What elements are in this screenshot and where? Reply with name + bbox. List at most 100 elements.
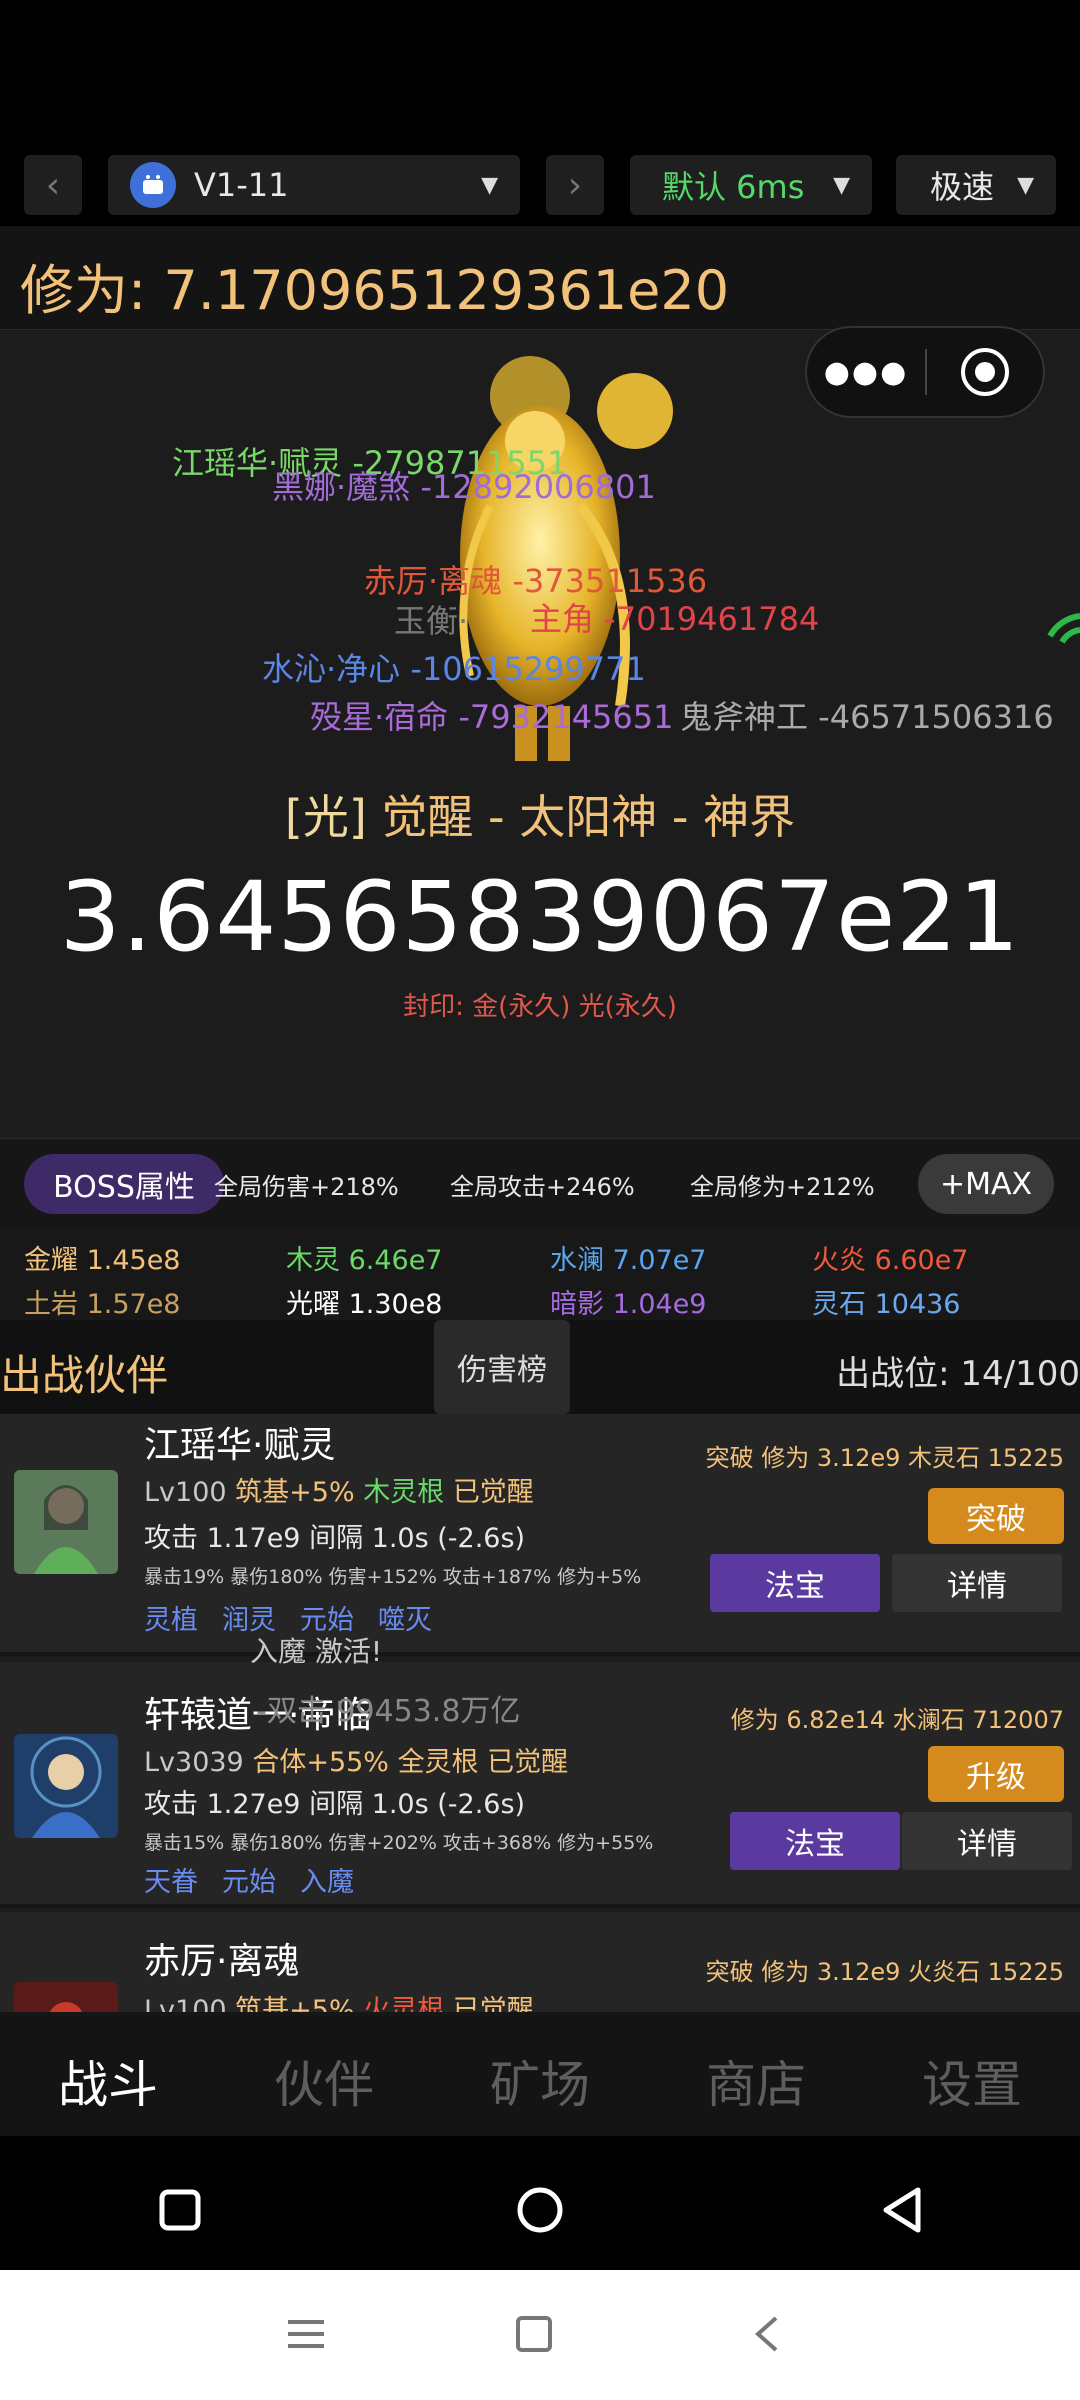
detail-button[interactable]: 详情 — [892, 1554, 1062, 1612]
partner-root: 木灵根 — [363, 1477, 445, 1508]
next-server-button[interactable]: › — [546, 155, 604, 215]
damage-rank-button[interactable]: 伤害榜 — [434, 1320, 570, 1414]
partner-cost: 突破 修为 3.12e9 木灵石 15225 — [705, 1444, 1064, 1472]
partner-cost: 修为 6.82e14 水澜石 712007 — [730, 1706, 1064, 1734]
partner-awakened: 已觉醒 — [487, 1747, 569, 1778]
damage-float: 鬼斧神工 -46571506316 — [680, 698, 1054, 736]
chevron-left-icon[interactable] — [748, 2314, 788, 2358]
latency-label: 默认 6ms — [662, 168, 805, 206]
damage-float: 黑娜·魔煞 -12892006801 — [272, 468, 656, 506]
square-icon[interactable] — [514, 2314, 554, 2358]
partner-level: Lv100 — [144, 1995, 227, 2016]
boss-seal: 封印: 金(永久) 光(永久) — [403, 992, 677, 1022]
partner-realm: 筑基+5% — [235, 1477, 355, 1508]
partner-name: 江瑶华·赋灵 — [144, 1425, 336, 1466]
partner-awakened: 已觉醒 — [452, 1477, 534, 1508]
boss-title: [光] 觉醒 - 太阳神 - 神界 — [0, 781, 1080, 847]
skill-tag: 天眷 — [144, 1867, 198, 1898]
skill-tag: 元始 — [222, 1867, 276, 1898]
partner-skills: 天眷 元始 入魔 — [144, 1860, 378, 1899]
menu-icon[interactable] — [286, 2314, 326, 2358]
breakthrough-button[interactable]: 突破 — [928, 1488, 1064, 1544]
partner-avatar[interactable] — [14, 1982, 118, 2012]
damage-float: 水沁·净心 -10615299771 — [262, 650, 646, 688]
android-nav-bar — [0, 2146, 1080, 2270]
skill-tag: 入魔 — [300, 1867, 354, 1898]
partner-name: 赤厉·离魂 — [144, 1941, 300, 1982]
boss-hp: 3.64565839067e21 — [59, 861, 1021, 973]
damage-float: 主角 -7019461784 — [530, 600, 820, 638]
boss-attr-button[interactable]: BOSS属性 — [24, 1154, 224, 1214]
global-attack-buff: 全局攻击+246% — [450, 1173, 635, 1201]
home-icon[interactable] — [516, 2186, 564, 2238]
chevron-down-icon: ▼ — [1017, 173, 1034, 198]
partner-level: Lv100 — [144, 1477, 227, 1508]
activate-toast: 入魔 激活! — [250, 1635, 383, 1668]
boss-name: 觉醒 - 太阳神 - 神界 — [381, 790, 796, 844]
partners-title: 出战伙伴 — [0, 1351, 169, 1400]
partner-avatar[interactable] — [14, 1734, 118, 1838]
tab-settings[interactable]: 设置 — [864, 2016, 1080, 2136]
back-icon[interactable] — [880, 2186, 924, 2238]
global-buff-strip: BOSS属性 全局伤害+218% 全局攻击+246% 全局修为+212% +MA… — [0, 1138, 1080, 1228]
speed-label: 极速 — [930, 168, 995, 206]
partner-attack: 攻击 1.17e9 间隔 1.0s (-2.6s) — [144, 1523, 526, 1554]
partner-crit: 暴击19% 暴伤180% 伤害+152% 攻击+187% 修为+5% — [144, 1566, 642, 1588]
tab-battle[interactable]: 战斗 — [0, 2016, 216, 2136]
partner-attack: 攻击 1.27e9 间隔 1.0s (-2.6s) — [144, 1789, 526, 1820]
system-nav-bar — [0, 2270, 1080, 2400]
upgrade-button[interactable]: 升级 — [928, 1746, 1064, 1802]
tab-partners[interactable]: 伙伴 — [216, 2016, 432, 2136]
prev-server-button[interactable]: ‹ — [24, 155, 82, 215]
partner-avatar[interactable] — [14, 1470, 118, 1574]
game-area: 修为: 7.170965129361e20 ●●● 江瑶华·赋灵 -279871… — [0, 226, 1080, 2136]
treasure-button[interactable]: 法宝 — [730, 1812, 900, 1870]
global-damage-buff: 全局伤害+218% — [214, 1173, 399, 1201]
detail-button[interactable]: 详情 — [902, 1812, 1072, 1870]
resource-earth: 土岩 1.57e8 — [24, 1289, 181, 1320]
global-cultivation-buff: 全局修为+212% — [690, 1173, 875, 1201]
resource-wood: 木灵 6.46e7 — [286, 1245, 443, 1276]
partner-level-line: Lv3039 合体+55% 全灵根 已觉醒 — [144, 1740, 568, 1779]
resource-water: 水澜 7.07e7 — [550, 1245, 707, 1276]
chevron-down-icon: ▼ — [481, 173, 498, 198]
partner-realm: 合体+55% — [252, 1747, 389, 1778]
android-icon — [130, 162, 176, 208]
chevron-down-icon: ▼ — [833, 173, 850, 198]
resource-grid: 金耀 1.45e8 木灵 6.46e7 水澜 7.07e7 火炎 6.60e7 … — [0, 1228, 1080, 1320]
partner-card: 赤厉·离魂 Lv100 筑基+5% 火灵根 已觉醒 突破 修为 3.12e9 火… — [0, 1912, 1080, 2016]
resource-light: 光曜 1.30e8 — [286, 1289, 443, 1320]
skill-tag: 噬灭 — [378, 1605, 432, 1636]
miniprogram-capsule: ●●● — [805, 326, 1045, 418]
cultivation-value: 修为: 7.170965129361e20 — [20, 259, 730, 322]
server-name: V1-11 — [194, 166, 289, 204]
close-target-icon[interactable] — [927, 346, 1043, 398]
partner-card: 轩辕道一·帝临 Lv3039 合体+55% 全灵根 已觉醒 攻击 1.27e9 … — [0, 1662, 1080, 1908]
battle-slots: 出战位: 14/100 — [836, 1354, 1080, 1394]
cultivation-bar: 修为: 7.170965129361e20 — [0, 226, 1080, 330]
more-icon[interactable]: ●●● — [807, 355, 925, 390]
resource-gold: 金耀 1.45e8 — [24, 1245, 181, 1276]
partner-root: 火灵根 — [363, 1995, 445, 2016]
treasure-button[interactable]: 法宝 — [710, 1554, 880, 1612]
damage-float: -双击 99453.8万亿 — [256, 1694, 521, 1729]
partners-header: 出战伙伴 伤害榜 出战位: 14/100 — [0, 1320, 1080, 1414]
resource-dark: 暗影 1.04e9 — [550, 1289, 707, 1320]
latency-select[interactable]: 默认 6ms ▼ — [630, 155, 872, 215]
tab-shop[interactable]: 商店 — [648, 2016, 864, 2136]
recents-icon[interactable] — [158, 2188, 202, 2236]
partner-awakened: 已觉醒 — [452, 1995, 534, 2016]
partner-cost: 突破 修为 3.12e9 火炎石 15225 — [705, 1958, 1064, 1986]
speed-select[interactable]: 极速 ▼ — [896, 155, 1056, 215]
top-toolbar: ‹ V1-11 ▼ › 默认 6ms ▼ 极速 ▼ — [0, 0, 1080, 226]
partner-crit: 暴击15% 暴伤180% 伤害+202% 攻击+368% 修为+55% — [144, 1832, 654, 1854]
boss-element-tag: [光] — [284, 790, 367, 844]
partner-root: 全灵根 — [397, 1747, 479, 1778]
server-select[interactable]: V1-11 ▼ — [108, 155, 520, 215]
max-button[interactable]: +MAX — [918, 1154, 1054, 1214]
wifi-icon — [1040, 606, 1080, 670]
tab-mine[interactable]: 矿场 — [432, 2016, 648, 2136]
damage-float: 玉衡· — [394, 602, 469, 640]
resource-spirit-stone: 灵石 10436 — [812, 1289, 961, 1320]
resource-fire: 火炎 6.60e7 — [812, 1245, 969, 1276]
